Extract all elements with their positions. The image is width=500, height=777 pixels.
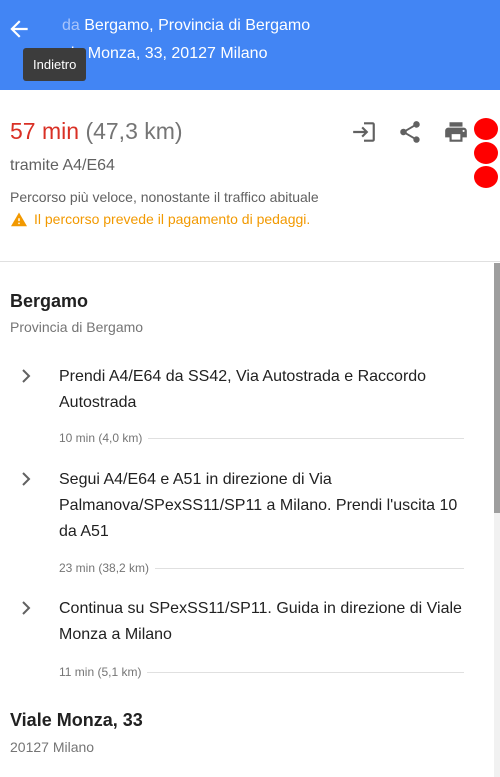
divider — [147, 671, 464, 673]
destination-subtitle: 20127 Milano — [10, 739, 95, 755]
directions-header: da Bergamo, Provincia di Bergamo ale Mon… — [0, 0, 500, 90]
route-note: Percorso più veloce, nonostante il traff… — [10, 189, 319, 205]
step-meta: 23 min (38,2 km) — [59, 561, 464, 575]
step-duration: 10 min (4,0 km) — [59, 431, 143, 445]
divider — [155, 567, 464, 569]
origin-line[interactable]: da Bergamo, Provincia di Bergamo — [62, 17, 310, 35]
destination-text: ale Monza, 33, 20127 Milano — [62, 45, 268, 62]
warning-icon — [11, 212, 27, 227]
step-meta: 11 min (5,1 km) — [59, 665, 464, 679]
back-button[interactable] — [6, 16, 36, 46]
step-instruction: Prendi A4/E64 da SS42, Via Autostrada e … — [59, 368, 427, 411]
origin-title: Bergamo — [10, 291, 89, 311]
step-instruction: Segui A4/E64 e A51 in direzione di Via P… — [59, 471, 458, 540]
route-duration: 57 min (47,3 km) — [10, 118, 183, 145]
destination-title: Viale Monza, 33 — [10, 710, 143, 730]
step-instruction: Continua su SPexSS11/SP11. Guida in dire… — [59, 600, 462, 643]
share-icon[interactable] — [396, 118, 424, 146]
origin-subtitle: Provincia di Bergamo — [10, 319, 144, 335]
destination-line[interactable]: ale Monza, 33, 20127 Milano — [62, 45, 267, 63]
arrow-left-icon — [10, 20, 28, 38]
route-actions — [350, 118, 470, 146]
from-prefix: da — [62, 17, 80, 34]
more-options-marker[interactable] — [472, 118, 500, 190]
back-tooltip: Indietro — [23, 48, 87, 81]
travel-time: 57 min — [10, 118, 80, 144]
toll-warning-text: Il percorso prevede il pagamento di peda… — [34, 211, 311, 227]
toll-warning: Il percorso prevede il pagamento di peda… — [10, 211, 310, 227]
route-via: tramite A4/E64 — [10, 157, 115, 174]
step-duration: 11 min (5,1 km) — [59, 665, 142, 679]
chevron-right-icon[interactable] — [18, 368, 34, 384]
chevron-right-icon[interactable] — [18, 600, 34, 616]
origin-text: Bergamo, Provincia di Bergamo — [84, 17, 311, 34]
send-to-device-icon[interactable] — [350, 118, 378, 146]
step-duration: 23 min (38,2 km) — [59, 561, 150, 575]
print-icon[interactable] — [442, 118, 470, 146]
divider — [148, 437, 464, 439]
step-meta: 10 min (4,0 km) — [59, 431, 464, 445]
scrollbar[interactable] — [494, 263, 500, 777]
travel-distance: (47,3 km) — [85, 118, 183, 144]
chevron-right-icon[interactable] — [18, 471, 34, 487]
route-summary: 57 min (47,3 km) tramite A4/E64 Percorso… — [0, 90, 500, 262]
scrollbar-thumb[interactable] — [494, 263, 500, 513]
